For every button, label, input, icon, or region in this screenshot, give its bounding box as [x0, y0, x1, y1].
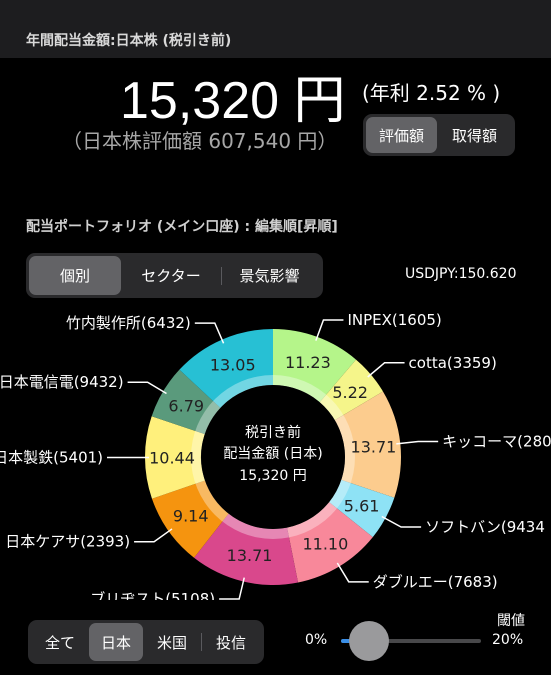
- slice-name-label: ソフトバン(9434: [425, 518, 545, 536]
- market-filter: 全て 日本 米国 投信: [28, 620, 264, 664]
- slice-name-label: ブリヂスト(5108): [90, 590, 215, 600]
- basis-option-cost[interactable]: 取得額: [437, 117, 512, 153]
- threshold-slider-thumb[interactable]: [349, 621, 389, 661]
- threshold-label: 閾値: [497, 613, 525, 629]
- header-title: 年間配当金額:日本株 (税引き前): [26, 33, 232, 49]
- slice-leader-line: [367, 362, 405, 378]
- slice-name-label: ダブルエー(7683): [373, 573, 498, 591]
- slice-value-label: 6.79: [168, 396, 204, 415]
- slice-leader-line: [396, 440, 439, 445]
- market-option-japan[interactable]: 日本: [89, 623, 143, 661]
- slice-leader-line: [381, 515, 422, 528]
- view-tabs: 個別 セクター 景気影響: [26, 253, 323, 298]
- slice-value-label: 11.10: [302, 534, 348, 553]
- tab-individual[interactable]: 個別: [29, 256, 121, 295]
- basis-option-valuation[interactable]: 評価額: [366, 117, 437, 153]
- slice-name-label: cotta(3359): [409, 354, 497, 372]
- market-option-all[interactable]: 全て: [31, 623, 89, 661]
- slice-value-label: 10.44: [149, 448, 195, 467]
- center-label-line3: 15,320 円: [239, 468, 306, 484]
- market-option-funds[interactable]: 投信: [202, 623, 260, 661]
- slice-value-label: 5.22: [332, 383, 368, 402]
- jp-stock-valuation: （日本株評価額 607,540 円）: [62, 129, 338, 153]
- basis-toggle: 評価額 取得額: [363, 114, 515, 156]
- slice-name-label: キッコーマ(2801: [442, 432, 551, 450]
- dividend-donut-chart: 11.235.22 13.71 5.61 11.10 13.71 9.14 10.44 6.7…: [0, 311, 551, 600]
- slice-leader-line: [315, 319, 344, 341]
- slice-name-label: 日本製鉄(5401): [0, 449, 103, 467]
- header-bar: 年間配当金額:日本株 (税引き前): [0, 0, 551, 58]
- portfolio-title: 配当ポートフォリオ (メイン口座) : 編集順[昇順]: [26, 219, 338, 235]
- slice-leader-line: [219, 577, 245, 600]
- slice-leader-line: [127, 381, 167, 395]
- slice-value-label: 5.61: [344, 496, 380, 515]
- tab-sector[interactable]: セクター: [121, 256, 221, 295]
- slice-name-label: 竹内製作所(6432): [66, 314, 191, 332]
- slice-value-label: 13.05: [210, 355, 256, 374]
- slice-value-label: 11.23: [285, 353, 331, 372]
- tab-economic-impact[interactable]: 景気影響: [222, 256, 317, 295]
- slice-leader-line: [194, 322, 225, 344]
- slice-value-label: 9.14: [173, 507, 209, 526]
- threshold-min-label: 0%: [305, 632, 328, 648]
- slice-name-label: 日本電信電(9432): [0, 373, 124, 391]
- slice-leader-line: [336, 562, 369, 583]
- center-label-line2: 配当金額 (日本): [223, 446, 322, 462]
- annual-yield: (年利 2.52 % ): [362, 81, 501, 105]
- slice-name-label: 日本ケアサ(2393): [5, 533, 130, 551]
- market-option-us[interactable]: 米国: [143, 623, 201, 661]
- slice-value-label: 13.71: [227, 546, 273, 565]
- fx-rate: USDJPY:150.620: [405, 266, 517, 282]
- center-label-line1: 税引き前: [245, 424, 301, 441]
- slice-value-label: 13.71: [351, 437, 397, 456]
- annual-dividend-amount: 15,320 円: [120, 72, 346, 130]
- slice-leader-line: [134, 528, 173, 543]
- slice-name-label: INPEX(1605): [347, 311, 441, 329]
- threshold-max-label: 20%: [492, 632, 524, 648]
